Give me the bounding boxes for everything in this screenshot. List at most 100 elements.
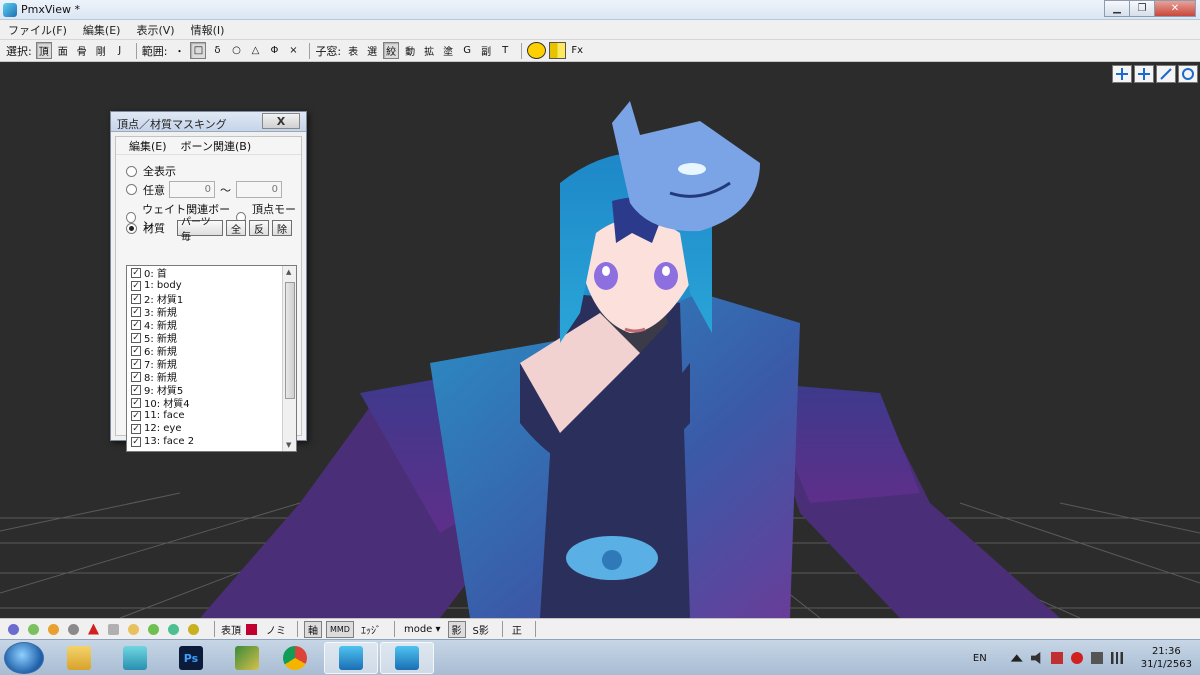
scroll-down-icon[interactable]: ▼ <box>286 441 291 449</box>
child-table-button[interactable]: 表 <box>345 42 361 59</box>
show-all-option[interactable]: 全表示 <box>126 163 176 179</box>
miku-task[interactable] <box>108 642 162 674</box>
select-joint-button[interactable]: J <box>112 42 128 59</box>
material-list-item[interactable]: ✓ 0: 首 <box>127 266 296 280</box>
explorer-task[interactable] <box>52 642 106 674</box>
joint-display-icon[interactable] <box>148 623 159 635</box>
material-checkbox[interactable]: ✓ <box>131 358 141 369</box>
chrome-task[interactable] <box>268 642 322 674</box>
parts-button[interactable]: パーツ毎 <box>177 217 223 243</box>
material-checkbox[interactable]: ✓ <box>131 293 141 304</box>
color-swatch-icon[interactable] <box>246 623 257 635</box>
material-radio[interactable] <box>126 222 137 234</box>
material-list-item[interactable]: ✓ 12: eye <box>127 422 296 435</box>
weight-display-icon[interactable] <box>48 623 59 635</box>
material-list[interactable]: ▲ ▼ ✓ 0: 首 ✓ 1: body ✓ 2: 材質1 ✓ 3: 新規 ✓ 4: 新規 ✓ 5: … <box>126 265 297 452</box>
select-vertex-button[interactable]: 頂 <box>35 42 52 59</box>
fx-button[interactable]: Fx <box>569 42 585 59</box>
child-t-button[interactable]: T <box>497 42 513 59</box>
range-delta-button[interactable]: δ <box>209 42 225 59</box>
range-to-field[interactable]: 0 <box>236 181 282 198</box>
range-circle-button[interactable]: ○ <box>228 42 244 59</box>
material-checkbox[interactable]: ✓ <box>131 423 141 434</box>
child-filter-button[interactable]: 絞 <box>383 42 400 59</box>
material-list-item[interactable]: ✓ 13: face 2 <box>127 435 296 448</box>
material-checkbox[interactable]: ✓ <box>131 436 141 447</box>
bone-display-icon[interactable] <box>68 623 79 635</box>
material-checkbox[interactable]: ✓ <box>131 345 141 356</box>
material-checkbox[interactable]: ✓ <box>131 410 141 421</box>
zoom-icon[interactable] <box>1156 65 1176 83</box>
orthographic-toggle[interactable]: 正 <box>509 621 525 638</box>
range-from-field[interactable]: 0 <box>169 181 215 198</box>
material-checkbox[interactable]: ✓ <box>131 397 141 408</box>
dialog-title-bar[interactable]: 頂点／材質マスキング X <box>111 112 306 132</box>
self-shadow-toggle[interactable]: S影 <box>470 621 492 638</box>
mode-dropdown[interactable]: mode ▾ <box>401 621 444 638</box>
normal-display-icon[interactable] <box>28 623 39 635</box>
arbitrary-option[interactable]: 任意 0 〜 0 <box>126 181 282 198</box>
select-all-button[interactable]: 全 <box>226 220 246 236</box>
select-rigid-button[interactable]: 剛 <box>93 42 109 59</box>
child-scale-button[interactable]: 拡 <box>421 42 437 59</box>
surface-vertex-toggle[interactable]: 表頂 <box>221 622 241 637</box>
close-window-button[interactable]: ✕ <box>1154 0 1196 17</box>
photoshop-task[interactable]: Ps <box>164 642 218 674</box>
flag-icon[interactable] <box>1050 652 1063 664</box>
pan-icon[interactable] <box>1112 65 1132 83</box>
tray-expand-icon[interactable] <box>1010 654 1023 662</box>
axis-toggle[interactable]: 軸 <box>304 620 322 638</box>
child-paint-button[interactable]: 塗 <box>440 42 456 59</box>
mmd-toggle[interactable]: MMD <box>326 620 354 638</box>
clock[interactable]: 21:36 31/1/2563 <box>1141 645 1192 671</box>
material-checkbox[interactable]: ✓ <box>131 319 141 330</box>
material-option[interactable]: 材質 パーツ毎 全 反 除 <box>126 217 292 243</box>
move-icon[interactable] <box>1134 65 1154 83</box>
exclude-button[interactable]: 除 <box>272 220 292 236</box>
material-checkbox[interactable]: ✓ <box>131 332 141 343</box>
game-task[interactable] <box>220 642 274 674</box>
grid-view-icon[interactable] <box>549 42 567 59</box>
select-bone-button[interactable]: 骨 <box>74 42 90 59</box>
rigid-display-icon[interactable] <box>128 623 139 635</box>
material-checkbox[interactable]: ✓ <box>131 384 141 395</box>
soft-display-icon[interactable] <box>168 623 179 635</box>
start-button[interactable] <box>4 642 44 674</box>
material-list-item[interactable]: ✓ 11: face <box>127 409 296 422</box>
material-checkbox[interactable]: ✓ <box>131 267 141 278</box>
vertex-display-icon[interactable] <box>8 623 19 635</box>
show-all-radio[interactable] <box>126 165 137 177</box>
select-face-button[interactable]: 面 <box>55 42 71 59</box>
arbitrary-radio[interactable] <box>126 184 137 195</box>
menu-edit[interactable]: 編集(E) <box>83 22 121 38</box>
range-clear-button[interactable]: × <box>285 42 301 59</box>
material-checkbox[interactable]: ✓ <box>131 371 141 382</box>
signal-icon[interactable] <box>1110 652 1123 664</box>
morph-display-icon[interactable] <box>188 623 199 635</box>
axis-gizmo-icon[interactable] <box>527 42 547 59</box>
ik-display-icon[interactable] <box>88 623 99 635</box>
nomi-toggle[interactable]: ノミ <box>266 622 286 637</box>
shadow-toggle[interactable]: 影 <box>447 620 466 638</box>
range-phi-button[interactable]: Φ <box>266 42 282 59</box>
range-triangle-button[interactable]: △ <box>247 42 263 59</box>
maximize-button[interactable]: ❐ <box>1129 0 1155 17</box>
dialog-menu-edit[interactable]: 編集(E) <box>129 138 167 154</box>
material-checkbox[interactable]: ✓ <box>131 280 141 291</box>
scroll-up-icon[interactable]: ▲ <box>286 268 291 276</box>
pmxview-task-1[interactable] <box>324 642 378 674</box>
edge-toggle[interactable]: ｴｯｼﾞ <box>358 621 384 638</box>
wire-display-icon[interactable] <box>108 623 119 635</box>
range-rect-button[interactable]: □ <box>190 42 207 59</box>
child-move-button[interactable]: 動 <box>402 42 418 59</box>
dialog-close-button[interactable]: X <box>262 113 300 129</box>
dialog-menu-bone[interactable]: ボーン関連(B) <box>181 138 252 154</box>
child-select-button[interactable]: 選 <box>364 42 380 59</box>
menu-info[interactable]: 情報(I) <box>191 22 225 38</box>
volume-icon[interactable] <box>1030 652 1041 664</box>
menu-view[interactable]: 表示(V) <box>136 22 174 38</box>
material-list-scrollbar[interactable]: ▲ ▼ <box>282 266 296 451</box>
menu-file[interactable]: ファイル(F) <box>8 22 67 38</box>
invert-button[interactable]: 反 <box>249 220 269 236</box>
material-list-item[interactable]: ✓ 10: 材質4 <box>127 396 296 410</box>
